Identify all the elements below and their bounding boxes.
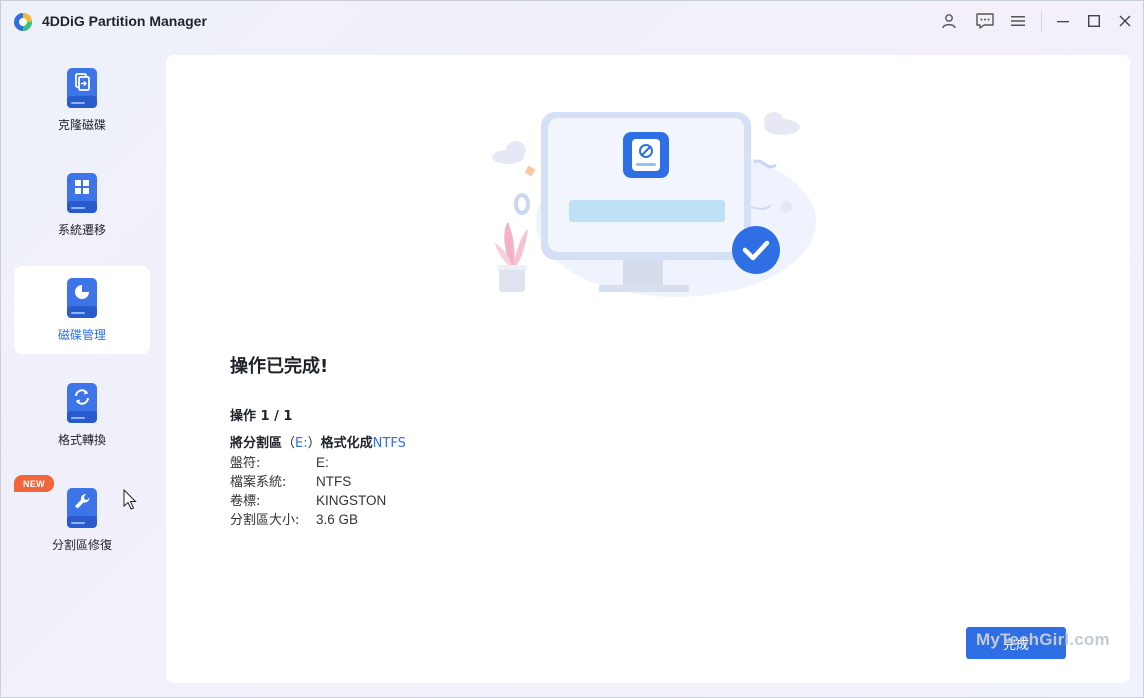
detail-value: E: bbox=[316, 455, 329, 470]
account-button[interactable] bbox=[936, 9, 962, 33]
detail-value: KINGSTON bbox=[316, 493, 387, 508]
sidebar-item-label: 分割區修復 bbox=[51, 538, 112, 552]
detail-value: NTFS bbox=[316, 474, 352, 489]
op-action: 格式化成 bbox=[320, 436, 373, 451]
maximize-icon bbox=[1088, 15, 1100, 27]
detail-key: 分割區大小: bbox=[230, 513, 300, 528]
op-filesystem: NTFS bbox=[372, 436, 406, 451]
operation-complete-illustration bbox=[492, 112, 816, 297]
detail-row-partition-size: 分割區大小: 3.6 GB bbox=[230, 509, 358, 528]
watermark-logo: MyTechGirl.com bbox=[976, 630, 1110, 649]
app-title: 4DDiG Partition Manager bbox=[42, 13, 207, 29]
minimize-icon bbox=[1057, 21, 1069, 23]
hamburger-menu-icon bbox=[1011, 16, 1025, 26]
partition-repair-icon bbox=[67, 488, 97, 528]
feedback-button[interactable] bbox=[972, 9, 998, 33]
user-icon bbox=[942, 14, 956, 29]
op-paren-close: ） bbox=[307, 436, 321, 451]
sidebar-item-label: 系統遷移 bbox=[57, 223, 106, 237]
sidebar: 克隆磁碟 系統遷移 磁碟管理 格式轉換 分割區修復 bbox=[0, 44, 166, 698]
minimize-button[interactable] bbox=[1050, 9, 1076, 33]
system-migrate-icon bbox=[67, 173, 97, 213]
titlebar-divider bbox=[1041, 10, 1042, 32]
new-badge: NEW bbox=[14, 475, 54, 492]
title-bar: 4DDiG Partition Manager bbox=[0, 0, 1144, 44]
main-panel: 操作已完成! 操作 1 / 1 將分割區（E:）格式化成NTFS 盤符: E: 檔… bbox=[166, 55, 1130, 683]
detail-row-drive: 盤符: E: bbox=[230, 452, 329, 471]
detail-value: 3.6 GB bbox=[316, 512, 359, 527]
sidebar-item-system-migrate[interactable]: 系統遷移 bbox=[14, 171, 150, 259]
detail-row-filesystem: 檔案系統: NTFS bbox=[230, 471, 351, 490]
menu-button[interactable] bbox=[1005, 9, 1031, 33]
op-prefix: 將分割區 bbox=[230, 436, 283, 451]
op-drive-letter: E: bbox=[295, 436, 308, 451]
maximize-button[interactable] bbox=[1081, 9, 1107, 33]
sidebar-item-label: 格式轉換 bbox=[57, 433, 106, 447]
disk-manage-icon bbox=[67, 278, 97, 318]
detail-row-volume-label: 卷標: KINGSTON bbox=[230, 490, 386, 509]
mouse-cursor-icon bbox=[123, 489, 137, 510]
close-button[interactable] bbox=[1112, 9, 1138, 33]
close-icon bbox=[1119, 15, 1131, 27]
op-paren-open: （ bbox=[282, 436, 296, 451]
cloud-icon bbox=[764, 112, 800, 135]
sidebar-item-label: 克隆磁碟 bbox=[57, 118, 106, 132]
detail-key: 檔案系統: bbox=[230, 475, 287, 490]
detail-key: 卷標: bbox=[230, 494, 261, 509]
format-convert-icon bbox=[67, 383, 97, 423]
operation-counter: 操作 1 / 1 bbox=[230, 409, 293, 424]
detail-key: 盤符: bbox=[230, 456, 261, 471]
operation-complete-title: 操作已完成! bbox=[230, 356, 329, 377]
sidebar-item-label: 磁碟管理 bbox=[57, 328, 106, 342]
message-icon bbox=[976, 13, 994, 29]
sidebar-item-clone-disk[interactable]: 克隆磁碟 bbox=[14, 66, 150, 154]
app-logo-icon bbox=[14, 13, 32, 31]
clone-disk-icon bbox=[67, 68, 97, 108]
operation-description: 將分割區（E:）格式化成NTFS bbox=[230, 432, 406, 451]
sidebar-item-format-convert[interactable]: 格式轉換 bbox=[14, 381, 150, 469]
sidebar-item-disk-manage[interactable]: 磁碟管理 bbox=[14, 266, 150, 354]
